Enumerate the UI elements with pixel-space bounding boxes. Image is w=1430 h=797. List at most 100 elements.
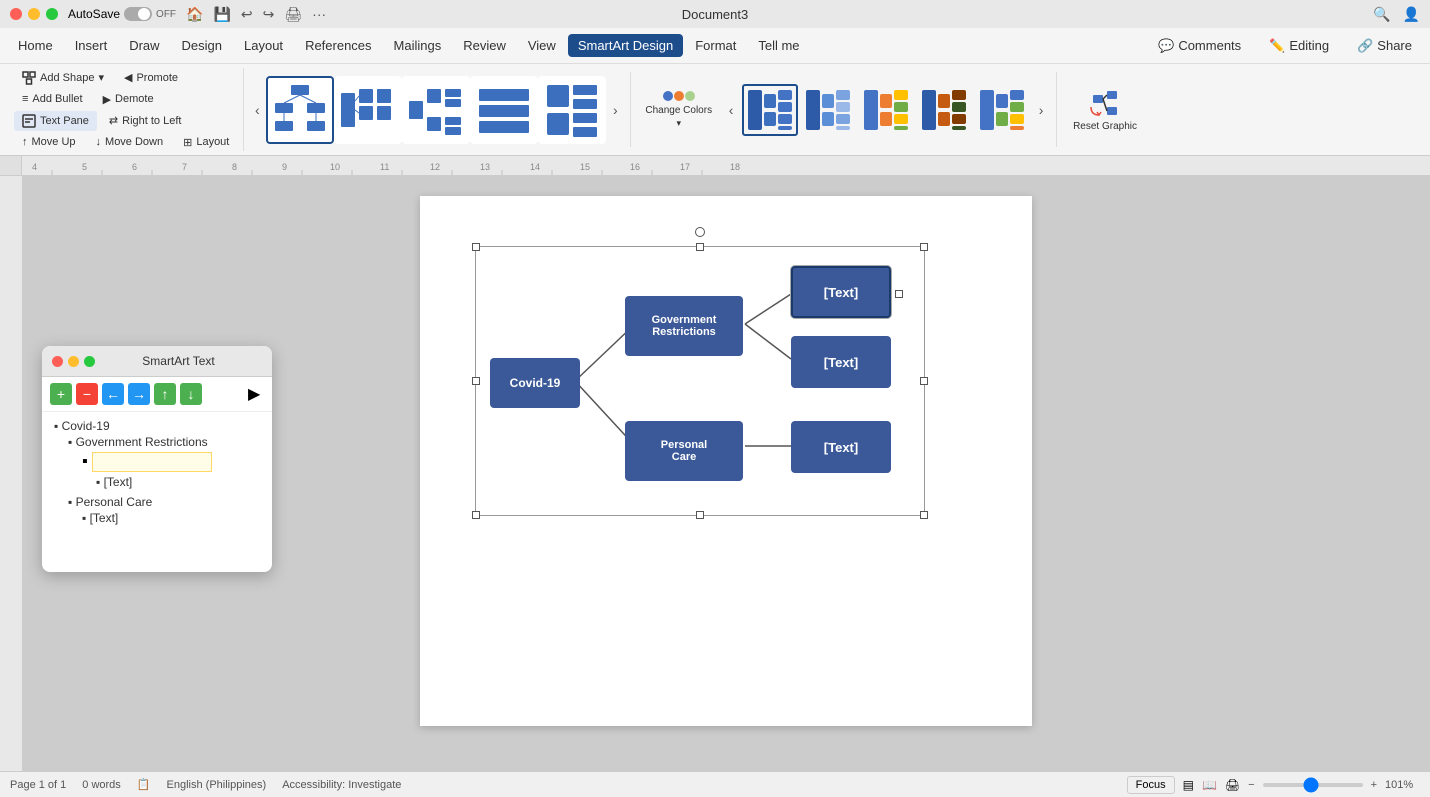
menu-smartart-design[interactable]: SmartArt Design <box>568 34 683 57</box>
layout-style-5[interactable] <box>538 76 606 144</box>
menu-tell-me[interactable]: Tell me <box>748 34 809 57</box>
menu-format[interactable]: Format <box>685 34 746 57</box>
move-up-button[interactable]: ↑Move Up <box>14 133 84 151</box>
autosave-state: OFF <box>156 9 176 20</box>
minimize-button[interactable] <box>28 8 40 20</box>
zoom-level[interactable]: 101% <box>1385 779 1420 791</box>
tree-input-editing[interactable] <box>92 452 212 472</box>
autosave-toggle[interactable]: AutoSave OFF <box>68 7 176 21</box>
handle-bl[interactable] <box>472 511 480 519</box>
maximize-button[interactable] <box>46 8 58 20</box>
layout-style-4[interactable] <box>470 76 538 144</box>
add-shape-button[interactable]: Add Shape ▾ <box>14 68 112 88</box>
promote-button[interactable]: ◀Promote <box>116 68 186 87</box>
handle-text1-mr[interactable] <box>895 290 903 298</box>
panel-arrow-down-button[interactable]: ↓ <box>180 383 202 405</box>
panel-remove-button[interactable]: − <box>76 383 98 405</box>
move-down-button[interactable]: ↓Move Down <box>88 133 172 151</box>
handle-ml[interactable] <box>472 377 480 385</box>
color-scheme-5[interactable] <box>974 84 1030 136</box>
handle-br[interactable] <box>920 511 928 519</box>
close-button[interactable] <box>10 8 22 20</box>
panel-add-button[interactable]: + <box>50 383 72 405</box>
menu-review[interactable]: Review <box>453 34 516 57</box>
color-scheme-1[interactable] <box>742 84 798 136</box>
panel-collapse-arrow[interactable]: ▶ <box>248 384 264 404</box>
color-scheme-3[interactable] <box>858 84 914 136</box>
menu-design[interactable]: Design <box>172 34 232 57</box>
account-icon[interactable]: 👤 <box>1403 6 1420 23</box>
view-print-icon[interactable]: 🖨 <box>1225 778 1240 792</box>
content-area: Covid-19 Government Restrictions Persona… <box>0 176 1430 771</box>
handle-mr[interactable] <box>920 377 928 385</box>
node-covid[interactable]: Covid-19 <box>490 358 580 408</box>
smartart-diagram[interactable]: Covid-19 Government Restrictions Persona… <box>475 246 925 516</box>
panel-arrow-up-button[interactable]: ↑ <box>154 383 176 405</box>
panel-maximize[interactable] <box>84 356 95 367</box>
menu-layout[interactable]: Layout <box>234 34 293 57</box>
reset-graphic-button[interactable]: Reset Graphic <box>1063 68 1147 151</box>
menu-home[interactable]: Home <box>8 34 63 57</box>
menu-insert[interactable]: Insert <box>65 34 118 57</box>
menu-draw[interactable]: Draw <box>119 34 169 57</box>
menu-references[interactable]: References <box>295 34 381 57</box>
handle-tl[interactable] <box>472 243 480 251</box>
layout-button[interactable]: ⊞Layout <box>175 133 237 152</box>
accessibility[interactable]: Accessibility: Investigate <box>282 779 401 791</box>
layout-style-2[interactable] <box>334 76 402 144</box>
handle-bc[interactable] <box>696 511 704 519</box>
word-count: 0 words <box>82 779 121 791</box>
smartart-text-panel: SmartArt Text + − ← → ↑ ↓ ▶ ▪ Covid-19 <box>42 346 272 572</box>
node-text3[interactable]: [Text] <box>791 421 891 473</box>
node-text2[interactable]: [Text] <box>791 336 891 388</box>
rotate-handle[interactable] <box>695 227 705 237</box>
change-colors-button[interactable]: Change Colors ▾ <box>637 87 720 133</box>
add-bullet-button[interactable]: ≡Add Bullet <box>14 90 91 108</box>
more-icon[interactable]: ··· <box>312 6 326 22</box>
layout-style-1[interactable] <box>266 76 334 144</box>
zoom-out-icon[interactable]: − <box>1248 779 1254 791</box>
node-text1[interactable]: [Text] <box>791 266 891 318</box>
panel-arrow-right-button[interactable]: → <box>128 383 150 405</box>
svg-text:17: 17 <box>680 162 690 172</box>
panel-tree-content: ▪ Covid-19 ▪ Government Restrictions ▪ ▪… <box>42 412 272 572</box>
editing-button[interactable]: ✏️Editing <box>1259 34 1339 58</box>
colors-next-arrow[interactable]: › <box>1032 76 1050 144</box>
color-scheme-4[interactable] <box>916 84 972 136</box>
share-button[interactable]: 🔗Share <box>1347 34 1422 58</box>
text-pane-button[interactable]: Text Pane <box>14 111 97 131</box>
colors-section: Change Colors ▾ ‹ <box>637 68 1050 151</box>
layout-style-3[interactable] <box>402 76 470 144</box>
v-ruler-svg <box>0 176 22 771</box>
search-icon[interactable]: 🔍 <box>1373 6 1390 23</box>
view-reading-icon[interactable]: 📖 <box>1202 778 1217 792</box>
zoom-slider[interactable] <box>1263 783 1363 787</box>
layouts-next-arrow[interactable]: › <box>606 76 624 144</box>
home-icon[interactable]: 🏠 <box>186 6 203 23</box>
menu-view[interactable]: View <box>518 34 566 57</box>
save-icon[interactable]: 💾 <box>213 6 230 23</box>
view-normal-icon[interactable]: ▤ <box>1183 778 1194 792</box>
demote-button[interactable]: ▶Demote <box>95 90 162 109</box>
print-icon[interactable]: 🖨 <box>284 6 302 23</box>
handle-tr[interactable] <box>920 243 928 251</box>
focus-button[interactable]: Focus <box>1127 776 1175 794</box>
zoom-in-icon[interactable]: + <box>1371 779 1377 791</box>
colors-prev-arrow[interactable]: ‹ <box>722 76 740 144</box>
menu-mailings[interactable]: Mailings <box>384 34 452 57</box>
right-to-left-button[interactable]: ⇄Right to Left <box>101 111 190 130</box>
layouts-prev-arrow[interactable]: ‹ <box>248 76 266 144</box>
comments-button[interactable]: 💬Comments <box>1148 34 1251 58</box>
panel-close[interactable] <box>52 356 63 367</box>
ribbon-row3: Text Pane ⇄Right to Left <box>14 111 237 131</box>
handle-tc[interactable] <box>696 243 704 251</box>
node-government-restrictions[interactable]: Government Restrictions <box>625 296 743 356</box>
redo-icon[interactable]: ↪ <box>263 6 275 23</box>
language[interactable]: English (Philippines) <box>167 779 267 791</box>
panel-minimize[interactable] <box>68 356 79 367</box>
svg-text:16: 16 <box>630 162 640 172</box>
panel-arrow-left-button[interactable]: ← <box>102 383 124 405</box>
undo-icon[interactable]: ↩ <box>241 6 253 23</box>
color-scheme-2[interactable] <box>800 84 856 136</box>
node-personal-care[interactable]: Personal Care <box>625 421 743 481</box>
